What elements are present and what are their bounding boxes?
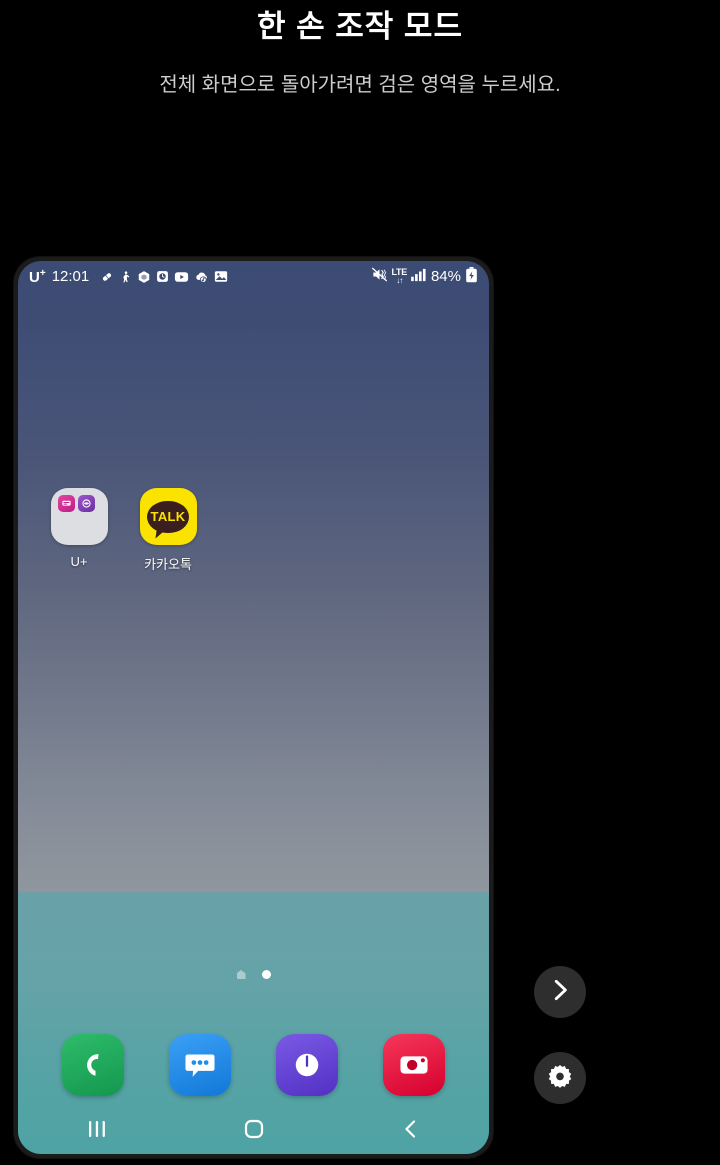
page-dot[interactable] <box>261 970 271 979</box>
phone-frame: U+ 12:01 LTE ↓↑ 84% U+ TALK 카카오톡 <box>14 257 493 1158</box>
clock-square-icon <box>156 270 169 283</box>
carrier-label: U+ <box>29 267 46 286</box>
app-item-uplus[interactable]: U+ <box>42 488 116 573</box>
recents-button[interactable] <box>67 1109 127 1149</box>
status-clock: 12:01 <box>51 268 90 285</box>
network-type-indicator: LTE ↓↑ <box>391 267 408 285</box>
dock <box>18 1034 489 1096</box>
app-label: 카카오톡 <box>144 557 192 572</box>
page-subtitle: 전체 화면으로 돌아가려면 검은 영역을 누르세요. <box>159 74 561 97</box>
app-label: U+ <box>70 554 88 569</box>
person-walking-icon <box>119 270 132 284</box>
phone-app-icon[interactable] <box>62 1034 125 1096</box>
internet-app-icon[interactable] <box>275 1034 338 1096</box>
header: 한 손 조작 모드 전체 화면으로 돌아가려면 검은 영역을 누르세요. <box>0 0 720 97</box>
app-item-kakaotalk[interactable]: TALK 카카오톡 <box>131 488 205 573</box>
one-handed-settings-button[interactable] <box>534 1052 586 1104</box>
battery-percent-label: 84% <box>430 268 461 285</box>
kakao-bubble-text: TALK <box>150 509 186 524</box>
kakaotalk-icon[interactable]: TALK <box>139 488 197 545</box>
cube-icon <box>137 270 151 284</box>
home-page-dot[interactable] <box>236 970 246 979</box>
page-title: 한 손 조작 모드 <box>257 9 463 44</box>
music-cloud-icon <box>194 270 209 284</box>
back-button[interactable] <box>381 1109 441 1149</box>
status-bar-left: U+ 12:01 <box>29 268 228 286</box>
folder-uplus[interactable] <box>50 488 108 545</box>
page-indicator <box>18 970 489 979</box>
status-bar: U+ 12:01 LTE ↓↑ 84% <box>18 261 489 292</box>
status-bar-right: LTE ↓↑ 84% <box>371 266 478 287</box>
signal-bars-icon <box>411 268 427 286</box>
phone-screen[interactable]: U+ 12:01 LTE ↓↑ 84% U+ TALK 카카오톡 <box>18 261 489 1154</box>
navigation-bar <box>18 1104 489 1154</box>
chevron-right-icon <box>547 977 573 1008</box>
battery-charging-icon <box>465 266 478 287</box>
kakao-bubble: TALK <box>147 500 189 533</box>
pill-icon <box>100 270 114 284</box>
gear-icon <box>547 1063 573 1094</box>
notification-icons <box>100 270 228 284</box>
app-grid: U+ TALK 카카오톡 <box>18 488 489 573</box>
one-handed-mode-screen: 한 손 조작 모드 전체 화면으로 돌아가려면 검은 영역을 누르세요. U+ … <box>0 0 720 1165</box>
uplus-purple-app <box>77 495 95 512</box>
folder-preview <box>57 495 95 512</box>
uplus-pink-app <box>57 495 75 512</box>
gallery-icon <box>214 270 228 283</box>
youtube-icon <box>174 271 189 283</box>
camera-app-icon[interactable] <box>382 1034 445 1096</box>
messages-app-icon[interactable] <box>169 1034 232 1096</box>
mute-vibrate-icon <box>371 267 388 286</box>
home-button[interactable] <box>224 1109 284 1149</box>
move-to-other-side-button[interactable] <box>534 966 586 1018</box>
